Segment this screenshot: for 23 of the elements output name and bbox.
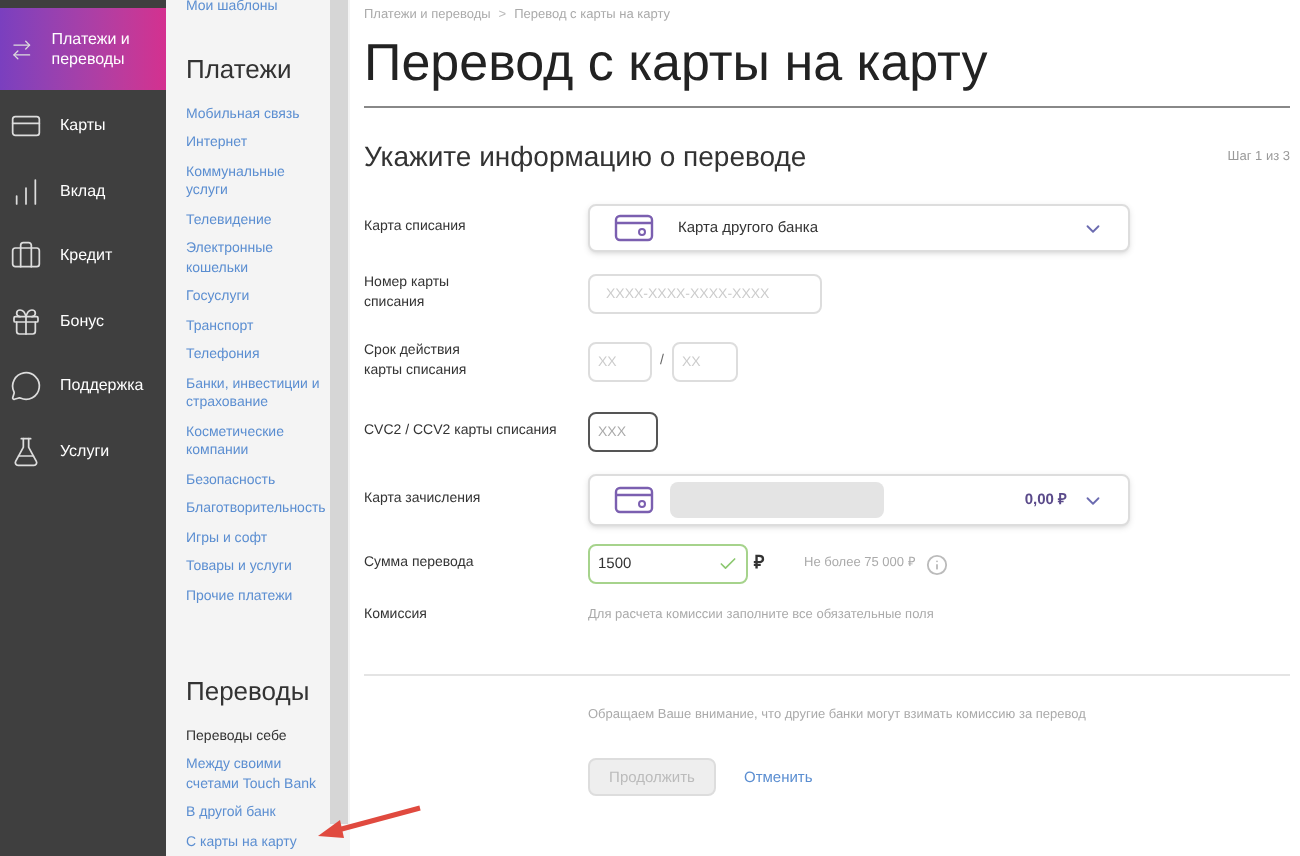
check-icon [718, 554, 738, 574]
card-icon [614, 486, 654, 514]
annotation-arrow [314, 804, 424, 844]
sidebar-item[interactable]: Поддержка [0, 354, 166, 419]
currency-sign: ₽ [754, 550, 764, 577]
sidebar-item[interactable]: Карты [0, 94, 166, 159]
submenu-heading: Платежи [186, 52, 294, 88]
sidebar-item[interactable]: Бонус [0, 289, 166, 354]
sidebar-item[interactable]: Услуги [0, 419, 166, 484]
info-icon[interactable] [925, 553, 948, 575]
bar-chart-icon [10, 175, 42, 208]
briefcase-icon [10, 240, 42, 273]
page-title: Перевод с карты на карту [364, 30, 990, 94]
submenu-heading: Переводы [186, 674, 312, 710]
flask-icon [10, 435, 42, 468]
scrollbar[interactable] [330, 0, 348, 824]
form-title: Укажите информацию о переводе [364, 138, 807, 176]
chat-bubble-icon [10, 370, 42, 403]
sidebar-item[interactable]: Кредит [0, 224, 166, 289]
card-icon [614, 214, 654, 242]
sidebar-item[interactable]: Платежи и переводы [0, 8, 166, 90]
sidebar-item[interactable]: Вклад [0, 159, 166, 224]
gift-icon [10, 305, 42, 338]
